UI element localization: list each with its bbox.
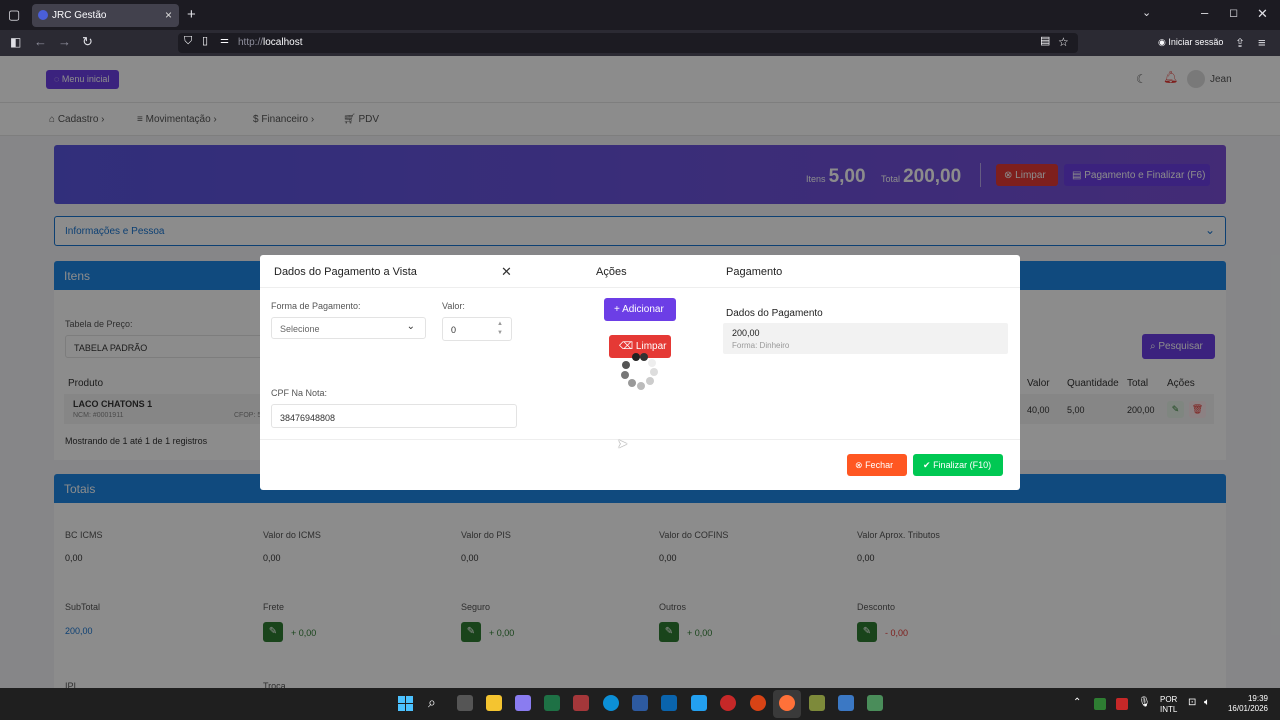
payment-entry[interactable]: 200,00 Forma: Dinheiro xyxy=(723,323,1008,354)
edge-icon[interactable] xyxy=(603,695,619,711)
task-view-icon[interactable] xyxy=(457,695,473,711)
divider xyxy=(260,287,1020,288)
modal-title: Dados do Pagamento a Vista xyxy=(274,266,417,278)
microphone-icon[interactable]: 🎙︎ xyxy=(1138,697,1151,708)
shield-icon[interactable]: ⛉ xyxy=(184,36,192,47)
signin-label: Iniciar sessão xyxy=(1168,37,1224,47)
chevron-down-icon: ⌄ xyxy=(406,321,415,332)
stepper-icon[interactable]: ▲ ▼ xyxy=(497,320,503,338)
tab-favicon-icon xyxy=(38,10,48,20)
access-icon[interactable] xyxy=(573,695,589,711)
outlook-icon[interactable] xyxy=(661,695,677,711)
windows-start-icon[interactable] xyxy=(398,696,413,711)
app-icon[interactable] xyxy=(867,695,883,711)
tab-overview-icon[interactable]: ▢ xyxy=(8,8,20,21)
clock-time: 19:39 xyxy=(1247,694,1268,703)
payment-title: Pagamento xyxy=(726,266,783,278)
sidebar-icon[interactable]: ◧ xyxy=(10,36,21,48)
chevron-down-icon[interactable]: ⌄ xyxy=(1142,8,1151,19)
payment-entry-amount: 200,00 xyxy=(732,328,760,338)
finalize-button[interactable]: ✔ Finalizar (F10) xyxy=(913,454,1003,476)
file-explorer-icon[interactable] xyxy=(486,695,502,711)
payment-entry-method: Forma: Dinheiro xyxy=(732,341,790,350)
close-window-icon[interactable]: ✕ xyxy=(1257,7,1268,20)
tray-app-icon[interactable] xyxy=(1116,698,1128,710)
app-icon[interactable] xyxy=(809,695,825,711)
close-icon[interactable]: ✕ xyxy=(501,264,512,280)
bookmark-star-icon[interactable]: ☆ xyxy=(1058,36,1069,48)
vscode-icon[interactable] xyxy=(691,695,707,711)
search-icon[interactable]: ⌕ xyxy=(428,694,436,711)
extensions-icon[interactable]: ⇪ xyxy=(1235,37,1245,49)
cancel-icon: ⊗ xyxy=(855,460,863,470)
payment-method-value: Selecione xyxy=(280,324,320,334)
chevron-up-icon[interactable]: ⌃ xyxy=(1073,697,1081,708)
reader-view-icon[interactable]: ▤ xyxy=(1040,36,1050,47)
permissions-icon[interactable]: ⚌ xyxy=(220,36,229,46)
page-icon: ▯ xyxy=(202,35,209,47)
excel-icon[interactable] xyxy=(544,695,560,711)
firefox-icon[interactable] xyxy=(779,695,795,711)
add-label: Adicionar xyxy=(622,304,664,315)
app-icon[interactable] xyxy=(720,695,736,711)
payment-data-title: Dados do Pagamento xyxy=(726,308,823,319)
loading-spinner-icon xyxy=(618,351,662,395)
payment-modal: Dados do Pagamento a Vista ✕ Ações Pagam… xyxy=(260,255,1020,490)
signin-button[interactable]: ◉ Iniciar sessão xyxy=(1158,37,1223,48)
mouse-cursor-icon: ➤ xyxy=(617,436,628,451)
new-tab-icon[interactable]: + xyxy=(187,7,196,22)
checkmark-icon: ✔ xyxy=(923,460,931,470)
notepad-icon[interactable] xyxy=(838,695,854,711)
add-payment-button[interactable]: + Adicionar xyxy=(604,298,676,321)
reload-icon[interactable]: ↻ xyxy=(82,35,93,48)
amount-label: Valor: xyxy=(442,301,465,311)
close-tab-icon[interactable]: × xyxy=(165,8,172,22)
url-text: http://localhost xyxy=(238,37,303,48)
amount-value: 0 xyxy=(451,325,457,335)
divider xyxy=(260,439,1020,440)
cpf-value: 38476948808 xyxy=(280,413,336,423)
tab-title: JRC Gestão xyxy=(52,10,107,21)
language-indicator[interactable]: POR INTL xyxy=(1160,695,1177,715)
clock-date: 16/01/2026 xyxy=(1227,704,1268,713)
payment-method-label: Forma de Pagamento: xyxy=(271,301,361,311)
forward-icon[interactable]: → xyxy=(58,35,71,48)
payment-method-select[interactable]: Selecione ⌄ xyxy=(271,317,426,339)
app-icon[interactable] xyxy=(750,695,766,711)
plus-icon: + xyxy=(614,304,620,315)
cpf-label: CPF Na Nota: xyxy=(271,388,328,398)
actions-title: Ações xyxy=(596,266,627,278)
maximize-icon[interactable]: ◻ xyxy=(1229,8,1238,19)
network-icon[interactable]: ⊡ xyxy=(1188,697,1196,708)
browser-tab[interactable]: JRC Gestão × xyxy=(32,4,179,27)
close-label: Fechar xyxy=(865,460,894,470)
amount-input[interactable]: 0 ▲ ▼ xyxy=(442,317,512,341)
back-icon[interactable]: ← xyxy=(34,35,47,48)
lang-secondary: INTL xyxy=(1160,705,1178,714)
cpf-input[interactable]: 38476948808 xyxy=(271,404,517,428)
app-menu-icon[interactable]: ≡ xyxy=(1258,36,1266,49)
finalize-label: Finalizar (F10) xyxy=(933,460,992,470)
clock[interactable]: 19:39 16/01/2026 xyxy=(1224,694,1268,714)
address-bar[interactable]: ⛉ ▯ ⚌ http://localhost ▤ ☆ xyxy=(178,33,1078,53)
lang-primary: POR xyxy=(1160,695,1178,704)
minimize-icon[interactable]: – xyxy=(1201,6,1208,19)
close-modal-button[interactable]: ⊗ Fechar xyxy=(847,454,907,476)
browser-tab-bar: ▢ JRC Gestão × + ⌄ – ◻ ✕ xyxy=(0,0,1280,30)
tray-app-icon[interactable] xyxy=(1094,698,1106,710)
app-icon[interactable] xyxy=(632,695,648,711)
account-icon: ◉ xyxy=(1158,37,1166,47)
volume-icon[interactable]: 🔈︎ xyxy=(1204,697,1210,708)
copilot-icon[interactable] xyxy=(515,695,531,711)
